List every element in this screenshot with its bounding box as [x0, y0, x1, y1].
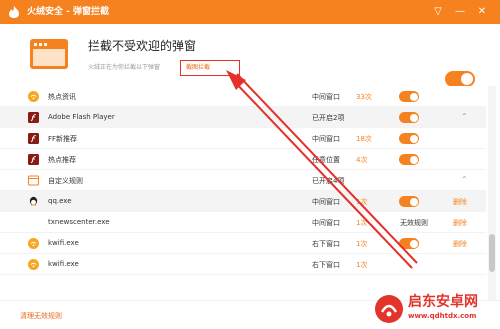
watermark-logo-icon [375, 295, 403, 323]
page-title: 拦截不受欢迎的弹窗 [88, 39, 197, 53]
list-item[interactable]: FF新推荐 中间窗口 18次 [0, 128, 486, 149]
list-scrollbar[interactable] [488, 86, 496, 300]
list-item[interactable]: kwifi.exe 右下窗口 1次 [0, 254, 486, 275]
popup-window-icon [30, 39, 68, 69]
group-enabled-count: 已开启4项 [312, 177, 345, 185]
rule-name: 热点资讯 [48, 93, 76, 101]
rule-name: qq.exe [48, 197, 72, 205]
delete-rule-button[interactable]: 删除 [453, 239, 467, 249]
list-item[interactable]: kwifi.exe 右下窗口 1次 删除 [0, 233, 486, 254]
rule-toggle[interactable] [399, 238, 419, 249]
rule-name: kwifi.exe [48, 260, 79, 268]
rule-name: txnewscenter.exe [48, 218, 110, 226]
list-item[interactable]: qq.exe 中间窗口 1次 删除 [0, 191, 486, 212]
rule-toggle[interactable] [399, 91, 419, 102]
rule-position: 任意位置 [312, 156, 340, 164]
master-toggle[interactable] [445, 71, 475, 87]
watermark-text: 启东安卓网 [408, 294, 478, 310]
rule-name: FF新推荐 [48, 135, 78, 143]
rule-position: 中间窗口 [312, 219, 340, 227]
group-name: Adobe Flash Player [48, 113, 115, 121]
rule-position: 中间窗口 [312, 93, 340, 101]
rule-toggle[interactable] [399, 196, 419, 207]
rule-count: 18次 [356, 135, 372, 143]
rule-count: 4次 [356, 156, 368, 164]
group-enabled-count: 已开启2项 [312, 114, 345, 122]
rule-count: 1次 [356, 219, 368, 227]
rule-count: 33次 [356, 93, 372, 101]
rule-name: kwifi.exe [48, 239, 79, 247]
custom-rule-icon [28, 175, 39, 186]
annotation-highlight-box [180, 60, 240, 76]
title-bar: 火绒安全 - 弹窗拦截 ▽ — ✕ [0, 0, 500, 24]
minimize-button[interactable]: — [452, 4, 468, 20]
rule-position: 右下窗口 [312, 261, 340, 269]
kwifi-icon [28, 91, 39, 102]
group-row-flash[interactable]: Adobe Flash Player 已开启2项 ⌃ [0, 107, 486, 128]
rule-position: 右下窗口 [312, 240, 340, 248]
rule-count: 1次 [356, 240, 368, 248]
scrollbar-thumb[interactable] [489, 234, 495, 272]
chevron-up-icon[interactable]: ⌃ [461, 112, 468, 121]
delete-rule-button[interactable]: 删除 [453, 218, 467, 228]
page-subtitle: 火绒正在为你拦截以下弹窗 [88, 64, 161, 71]
clean-invalid-rules-link[interactable]: 清理无效规则 [20, 311, 62, 321]
rule-position: 中间窗口 [312, 135, 340, 143]
watermark-url: www.qdhtdx.com [408, 312, 477, 320]
rule-toggle[interactable] [399, 133, 419, 144]
chevron-up-icon[interactable]: ⌃ [461, 175, 468, 184]
invalid-rule-label: 无效规则 [400, 219, 428, 227]
popup-rule-list: 热点资讯 中间窗口 33次 Adobe Flash Player 已开启2项 ⌃… [0, 86, 500, 300]
kwifi-icon [28, 259, 39, 270]
rule-count: 1次 [356, 198, 368, 206]
qq-icon [29, 196, 38, 206]
list-item[interactable]: 热点资讯 中间窗口 33次 [0, 86, 486, 107]
close-button[interactable]: ✕ [474, 4, 490, 20]
rule-position: 中间窗口 [312, 198, 340, 206]
menu-dropdown-icon[interactable]: ▽ [430, 4, 446, 20]
rule-name: 热点推荐 [48, 156, 76, 164]
kwifi-icon [28, 238, 39, 249]
window-title: 火绒安全 - 弹窗拦截 [27, 7, 110, 17]
site-watermark: 启东安卓网 www.qdhtdx.com [372, 292, 498, 326]
flash-icon [28, 154, 39, 165]
rule-toggle[interactable] [399, 154, 419, 165]
group-row-custom[interactable]: 自定义规则 已开启4项 ⌃ [0, 170, 486, 191]
group-name: 自定义规则 [48, 177, 83, 185]
flash-icon [28, 112, 39, 123]
rule-count: 1次 [356, 261, 368, 269]
group-toggle[interactable] [399, 112, 419, 123]
list-item[interactable]: 热点推荐 任意位置 4次 [0, 149, 486, 170]
delete-rule-button[interactable]: 删除 [453, 197, 467, 207]
header: 拦截不受欢迎的弹窗 火绒正在为你拦截以下弹窗 截图拦截 [0, 24, 500, 87]
list-item[interactable]: txnewscenter.exe 中间窗口 1次 无效规则 删除 [0, 212, 486, 233]
flash-icon [28, 133, 39, 144]
huorong-logo-icon [9, 6, 19, 18]
